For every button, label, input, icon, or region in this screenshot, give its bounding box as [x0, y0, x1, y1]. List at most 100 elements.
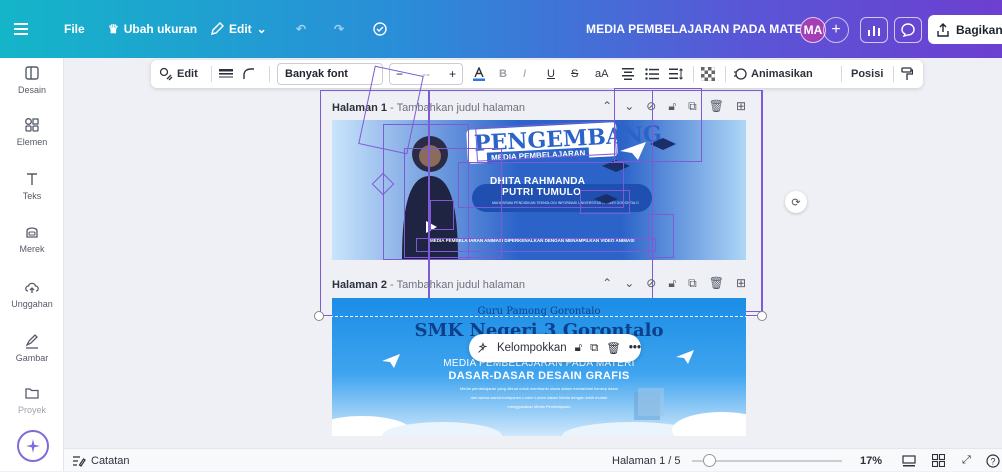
- redo-icon[interactable]: ↷: [334, 0, 344, 58]
- sidebar-item-desain[interactable]: Desain: [0, 64, 64, 95]
- graduation-cap-icon: [650, 138, 676, 150]
- duplicate-icon[interactable]: ⧉: [590, 342, 598, 355]
- divider: [269, 66, 270, 82]
- text-case-button[interactable]: aA: [595, 60, 608, 88]
- book-icon: [634, 388, 664, 420]
- page-view-icon[interactable]: [902, 449, 916, 472]
- italic-icon[interactable]: I: [523, 60, 526, 88]
- resize-button[interactable]: ♛ Ubah ukuran: [108, 0, 197, 58]
- more-icon[interactable]: •••: [629, 342, 641, 354]
- notes-label: Catatan: [91, 454, 130, 467]
- decrease-size-icon[interactable]: −: [396, 67, 403, 81]
- help-icon[interactable]: ?: [986, 449, 1000, 472]
- lock-icon[interactable]: 🔓︎: [668, 99, 676, 114]
- duplicate-icon[interactable]: ⧉: [688, 99, 697, 114]
- sidebar-item-elemen[interactable]: Elemen: [0, 116, 64, 147]
- folder-icon: [25, 388, 39, 399]
- document-title[interactable]: MEDIA PEMBELAJARAN PADA MATERI:: [586, 0, 819, 58]
- chevron-up-icon[interactable]: ⌃: [602, 276, 612, 291]
- font-size-value[interactable]: --: [422, 67, 430, 81]
- top-bar: File ♛ Ubah ukuran Edit ⌄ ↶ ↷ MEDIA PEMB…: [0, 0, 1002, 58]
- zoom-level[interactable]: 17%: [860, 449, 882, 472]
- analytics-icon[interactable]: [860, 17, 888, 43]
- paper-plane-icon: [676, 350, 694, 364]
- increase-size-icon[interactable]: +: [449, 67, 456, 81]
- notes-button[interactable]: Catatan: [72, 449, 130, 472]
- page-subtitle-input[interactable]: - Tambahkan judul halaman: [390, 102, 525, 114]
- slide-2[interactable]: Guru Pamong Gorontalo SMK Negeri 3 Goron…: [332, 298, 746, 436]
- sidebar-item-teks[interactable]: Teks: [0, 170, 64, 201]
- chevron-down-icon[interactable]: ⌄: [624, 99, 634, 114]
- edit-image-button[interactable]: Edit: [159, 60, 198, 88]
- add-collaborator-icon[interactable]: +: [823, 17, 849, 43]
- font-size-stepper[interactable]: − -- +: [389, 63, 463, 85]
- add-page-icon[interactable]: ⊞: [736, 99, 746, 114]
- graduation-cap-icon: [602, 160, 630, 172]
- layout-icon: [25, 66, 39, 80]
- lock-icon[interactable]: 🔓︎: [668, 276, 676, 291]
- share-button[interactable]: Bagikan: [928, 15, 1002, 44]
- group-button[interactable]: Kelompokkan: [497, 342, 567, 354]
- corner-rounding-icon[interactable]: [243, 60, 255, 88]
- underline-icon[interactable]: U: [547, 60, 555, 88]
- group-icon[interactable]: [477, 340, 489, 356]
- line-style-icon[interactable]: [219, 60, 233, 88]
- edit-menu[interactable]: Edit ⌄: [210, 0, 267, 58]
- line-spacing-icon[interactable]: [669, 60, 683, 88]
- magic-sparkle-button[interactable]: [17, 430, 49, 462]
- sparkle-icon: [26, 439, 40, 453]
- slide-footer: MEDIA PEMBELAJARAN ANIMASI DIPERKENALKAN…: [430, 238, 635, 243]
- resize-handle[interactable]: [314, 311, 324, 321]
- font-family-select[interactable]: Banyak font: [277, 63, 383, 85]
- page-indicator[interactable]: Halaman 1 / 5: [612, 449, 680, 472]
- lock-icon[interactable]: 🔓︎: [575, 342, 582, 355]
- add-page-icon[interactable]: ⊞: [736, 276, 746, 291]
- page-subtitle-input[interactable]: - Tambahkan judul halaman: [390, 279, 525, 291]
- sidebar-item-merek[interactable]: Merek: [0, 223, 64, 254]
- resize-handle[interactable]: [757, 311, 767, 321]
- list-icon[interactable]: [645, 60, 659, 88]
- sidebar-item-unggahan[interactable]: Unggahan: [0, 278, 64, 309]
- divider: [211, 66, 212, 82]
- slide2-body-2: dan warna warna komponen Lorem Lorem dal…: [470, 395, 608, 400]
- cloud-sync-icon[interactable]: [370, 0, 390, 58]
- trash-icon[interactable]: 🗑︎: [709, 99, 724, 114]
- zoom-slider-thumb[interactable]: [702, 454, 716, 467]
- sidebar-item-proyek[interactable]: Proyek: [0, 384, 64, 415]
- divider: [841, 66, 842, 82]
- menu-icon[interactable]: [8, 0, 34, 58]
- refresh-icon[interactable]: ⟳: [785, 191, 807, 213]
- undo-icon[interactable]: ↶: [296, 0, 306, 58]
- duplicate-icon[interactable]: ⧉: [688, 276, 697, 291]
- play-icon: [426, 221, 437, 233]
- selection-dashed-line: [320, 316, 763, 317]
- page-subtitle-text: Tambahkan judul halaman: [396, 279, 525, 291]
- comment-icon[interactable]: [894, 17, 922, 43]
- grid-view-icon[interactable]: [932, 449, 945, 472]
- author-name-1: DHITA RAHMANDA: [490, 176, 586, 187]
- animate-button[interactable]: Animasikan: [733, 60, 813, 88]
- bottom-bar: Catatan Halaman 1 / 5 17% ⤢ ?: [64, 448, 1002, 471]
- chevron-up-icon[interactable]: ⌃: [602, 99, 612, 114]
- position-button[interactable]: Posisi: [851, 60, 883, 88]
- hide-icon[interactable]: ⊘: [646, 99, 656, 114]
- paint-roller-icon[interactable]: [901, 60, 913, 88]
- align-center-icon[interactable]: [621, 60, 635, 88]
- page-subtitle-text: Tambahkan judul halaman: [396, 102, 525, 114]
- file-menu[interactable]: File: [64, 0, 85, 58]
- chevron-down-icon[interactable]: ⌄: [624, 276, 634, 291]
- page-actions: ⌃ ⌄ ⊘ 🔓︎ ⧉ 🗑︎ ⊞: [602, 276, 746, 291]
- bold-icon[interactable]: B: [499, 60, 507, 88]
- text-color-icon[interactable]: [473, 60, 485, 88]
- page-actions: ⌃ ⌄ ⊘ 🔓︎ ⧉ 🗑︎ ⊞: [602, 99, 746, 114]
- sidebar-item-gambar[interactable]: Gambar: [0, 332, 64, 363]
- pencil-icon: [210, 22, 224, 36]
- trash-icon[interactable]: 🗑︎: [709, 276, 724, 291]
- transparency-icon[interactable]: [701, 60, 715, 88]
- hide-icon[interactable]: ⊘: [646, 276, 656, 291]
- crown-icon: ♛: [108, 22, 119, 36]
- strikethrough-icon[interactable]: S: [571, 60, 578, 88]
- fullscreen-icon[interactable]: ⤢: [962, 449, 971, 472]
- slide-1[interactable]: PENGEMBANG MEDIA PEMBELAJARAN DHITA RAHM…: [332, 120, 746, 260]
- trash-icon[interactable]: 🗑︎: [606, 341, 621, 355]
